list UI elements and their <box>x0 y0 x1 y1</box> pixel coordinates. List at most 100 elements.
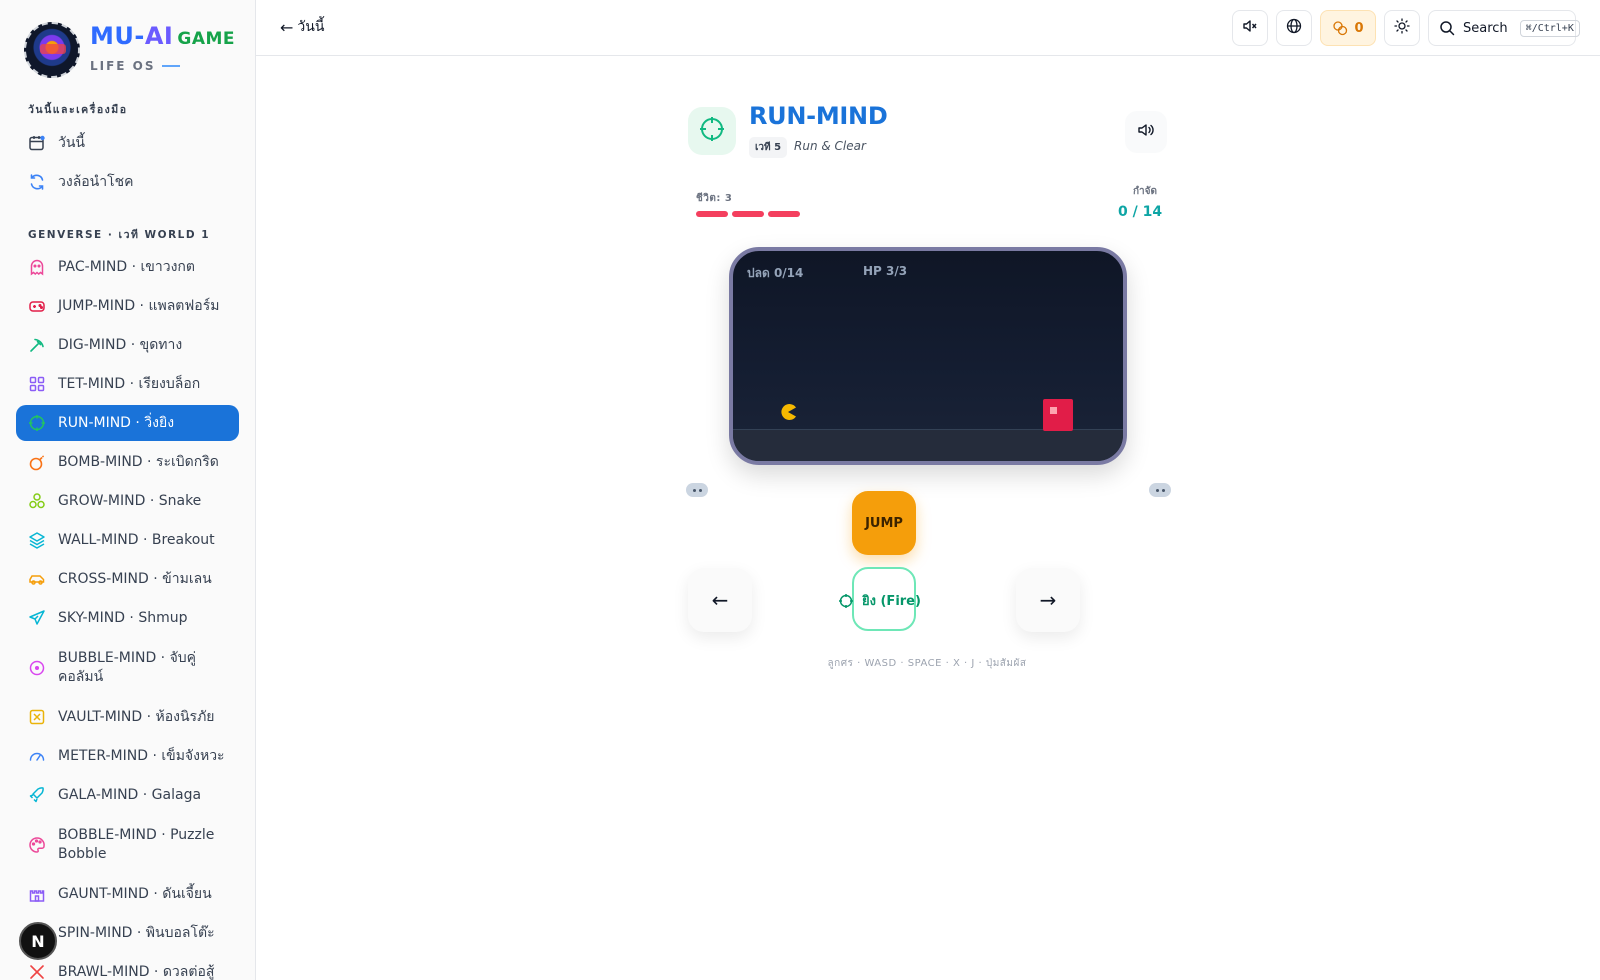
sidebar-item-dig-mind[interactable]: DIG-MIND · ขุดทาง <box>16 327 239 363</box>
sidebar-item-lucky-wheel[interactable]: วงล้อนำโชค <box>16 164 239 200</box>
brand-mu: MU- <box>90 22 145 50</box>
sidebar-item-label: SPIN-MIND · พินบอลโต๊ะ <box>58 924 215 941</box>
calendar-icon <box>28 134 46 152</box>
arrow-right-label: → <box>1039 588 1057 612</box>
sidebar-item-vault-mind[interactable]: VAULT-MIND · ห้องนิรภัย <box>16 699 239 735</box>
gauge-icon <box>28 747 46 765</box>
search-label: Search <box>1463 20 1508 36</box>
sidebar-item-label: JUMP-MIND · แพลตฟอร์ม <box>58 297 220 314</box>
sidebar-item-label: BOBBLE-MIND · Puzzle Bobble <box>58 827 215 862</box>
sidebar-item-meter-mind[interactable]: METER-MIND · เข็มจังหวะ <box>16 738 239 774</box>
sidebar-item-gaunt-mind[interactable]: GAUNT-MIND · ดันเจี้ยน <box>16 876 239 912</box>
controls-hint: ลูกศร · WASD · SPACE · X · J · ปุ่มสัมผั… <box>827 658 1027 669</box>
sidebar-item-grow-mind[interactable]: GROW-MIND · Snake <box>16 483 239 519</box>
volume-icon <box>1137 121 1155 144</box>
sidebar-item-pac-mind[interactable]: PAC-MIND · เขาวงกต <box>16 249 239 285</box>
coins-icon <box>1332 20 1348 36</box>
hud-cleared-count: ปลด 0/14 <box>747 266 804 280</box>
sound-toggle-button[interactable] <box>1125 111 1167 153</box>
layers-icon <box>28 531 46 549</box>
back-link-label: วันนี้ <box>297 19 325 35</box>
fire-button-content[interactable]: ยิง (Fire) <box>838 590 921 611</box>
jump-button[interactable]: JUMP <box>852 491 916 555</box>
section-label-genverse: GENVERSE · เวที WORLD 1 <box>28 229 211 241</box>
sidebar-item-bomb-mind[interactable]: BOMB-MIND · ระเบิดกริด <box>16 444 239 480</box>
sidebar-item-label: SKY-MIND · Shmup <box>58 609 188 626</box>
back-link[interactable]: ← วันนี้ <box>280 16 324 38</box>
life-bar <box>732 211 764 217</box>
search-shortcut: ⌘/Ctrl+K <box>1519 19 1580 37</box>
search-icon <box>1439 20 1455 36</box>
arrow-left-label: ← <box>711 588 729 612</box>
dev-indicator-badge[interactable]: N <box>19 922 57 960</box>
sidebar: MU-AI GAME LIFE OS วันนี้และเครื่องมือ วั… <box>0 0 256 980</box>
sidebar-item-label: GALA-MIND · Galaga <box>58 786 202 803</box>
rocket-icon <box>28 786 46 804</box>
palette-icon <box>28 836 46 854</box>
language-button[interactable] <box>1276 10 1312 46</box>
sun-icon <box>1394 17 1410 39</box>
brand[interactable]: MU-AI GAME LIFE OS <box>24 22 235 78</box>
theme-toggle-button[interactable] <box>1384 10 1420 46</box>
lives-label: ชีวิต: 3 <box>696 193 733 204</box>
shapes-icon <box>28 492 46 510</box>
mute-button[interactable] <box>1232 10 1268 46</box>
grid-icon <box>28 375 46 393</box>
goal-progress: 0 / 14 <box>1118 204 1163 220</box>
ghost-icon <box>28 258 46 276</box>
game-icon-tile <box>688 107 736 155</box>
globe-icon <box>1286 18 1302 39</box>
sidebar-item-label: TET-MIND · เรียงบล็อก <box>58 375 201 392</box>
move-left-button[interactable]: ← <box>688 568 752 632</box>
crosshair-icon <box>838 593 854 609</box>
sidebar-item-label: RUN-MIND · วิ่งยิง <box>58 414 175 431</box>
player-sprite <box>781 404 796 420</box>
arrow-left-icon: ← <box>280 17 294 37</box>
sidebar-item-label: DIG-MIND · ขุดทาง <box>58 336 183 353</box>
move-right-button[interactable]: → <box>1016 568 1080 632</box>
search-button[interactable]: Search ⌘/Ctrl+K <box>1428 10 1580 46</box>
dev-indicator-letter: N <box>31 931 45 951</box>
brand-ai: AI <box>144 22 174 50</box>
sidebar-item-gala-mind[interactable]: GALA-MIND · Galaga <box>16 777 239 813</box>
sidebar-item-label: วันนี้ <box>58 134 86 151</box>
game-canvas[interactable]: ปลด 0/14 HP 3/3 <box>729 247 1127 465</box>
sidebar-item-wall-mind[interactable]: WALL-MIND · Breakout <box>16 522 239 558</box>
fire-label: ยิง (Fire) <box>862 594 921 609</box>
sidebar-item-label: BOMB-MIND · ระเบิดกริด <box>58 453 219 470</box>
sidebar-item-sky-mind[interactable]: SKY-MIND · Shmup <box>16 600 239 636</box>
sidebar-item-brawl-mind[interactable]: BRAWL-MIND · ดวลต่อสู้ <box>16 954 239 980</box>
brand-subtitle: LIFE OS <box>90 59 235 73</box>
sidebar-item-today[interactable]: วันนี้ <box>16 125 239 161</box>
sidebar-item-label: GROW-MIND · Snake <box>58 492 202 509</box>
bomb-icon <box>28 453 46 471</box>
brand-title: MU-AI GAME <box>90 22 235 53</box>
section-label-today: วันนี้และเครื่องมือ <box>28 104 128 116</box>
sidebar-item-label: GAUNT-MIND · ดันเจี้ยน <box>58 885 212 902</box>
hud-hp: HP 3/3 <box>863 264 908 278</box>
coins-button[interactable]: 0 <box>1320 10 1376 46</box>
sidebar-item-label: CROSS-MIND · ข้ามเลน <box>58 570 212 587</box>
sidebar-item-bubble-mind[interactable]: BUBBLE-MIND · จับคู่คอลัมน์ <box>16 640 239 696</box>
sidebar-item-run-mind[interactable]: RUN-MIND · วิ่งยิง <box>16 405 239 441</box>
life-bar <box>696 211 728 217</box>
car-icon <box>28 570 46 588</box>
jump-label: JUMP <box>865 515 903 531</box>
brand-game: GAME <box>177 29 235 49</box>
sidebar-item-jump-mind[interactable]: JUMP-MIND · แพลตฟอร์ม <box>16 288 239 324</box>
sidebar-item-label: VAULT-MIND · ห้องนิรภัย <box>58 708 215 725</box>
sidebar-item-tet-mind[interactable]: TET-MIND · เรียงบล็อก <box>16 366 239 402</box>
circle-dot-icon <box>28 659 46 677</box>
game-title: RUN-MIND <box>749 102 888 130</box>
sidebar-item-bobble-mind[interactable]: BOBBLE-MIND · Puzzle Bobble <box>16 817 239 873</box>
life-bar <box>768 211 800 217</box>
brand-subtitle-text: LIFE OS <box>90 59 156 73</box>
pickaxe-icon <box>28 336 46 354</box>
refresh-icon <box>28 173 46 191</box>
sidebar-item-label: BRAWL-MIND · ดวลต่อสู้ <box>58 963 215 980</box>
game-subtitle: Run & Clear <box>794 139 866 153</box>
game-ground <box>733 429 1123 461</box>
sidebar-item-cross-mind[interactable]: CROSS-MIND · ข้ามเลน <box>16 561 239 597</box>
sidebar-item-label: วงล้อนำโชค <box>58 173 134 190</box>
sidebar-item-label: PAC-MIND · เขาวงกต <box>58 258 195 275</box>
